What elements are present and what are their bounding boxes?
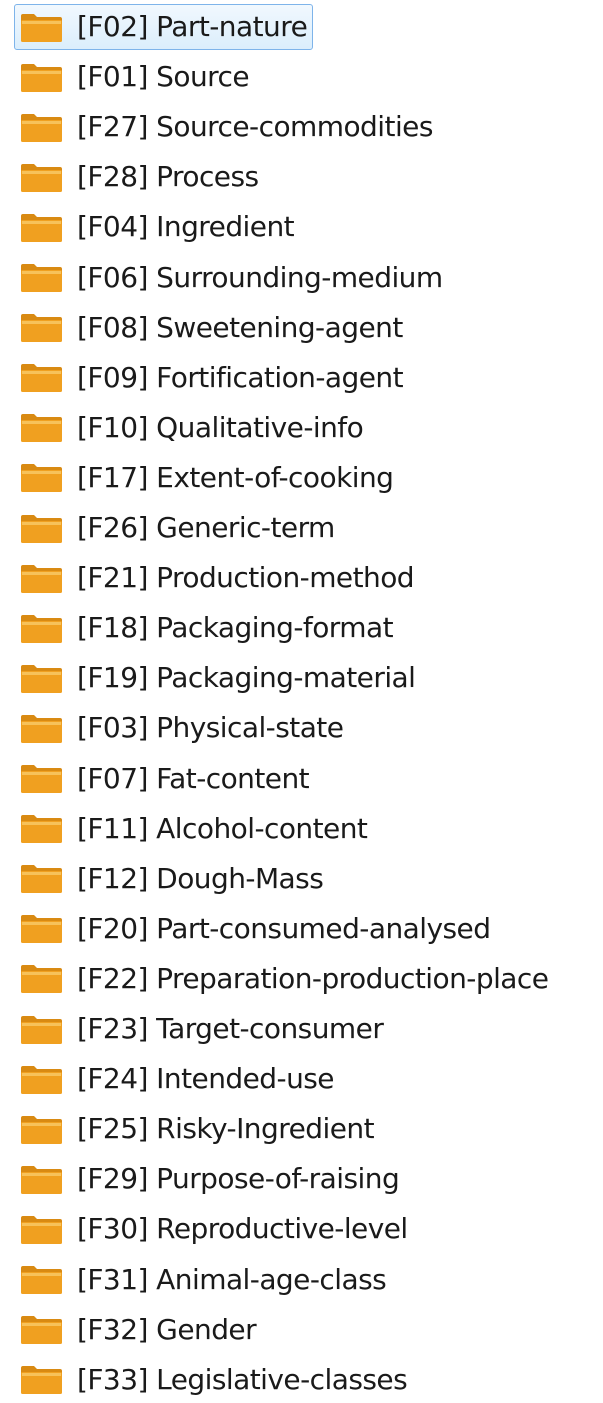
tree-item-label: [F27] Source-commodities [77, 110, 433, 144]
folder-icon [20, 963, 63, 994]
tree-item[interactable]: [F06] Surrounding-medium [14, 255, 449, 301]
tree-item-label: [F19] Packaging-material [77, 661, 416, 695]
tree-item[interactable]: [F02] Part-nature [14, 4, 314, 50]
folder-icon [20, 713, 63, 744]
tree-item-label: [F07] Fat-content [77, 761, 310, 795]
folder-icon [20, 1114, 63, 1145]
tree-item[interactable]: [F25] Risky-Ingredient [14, 1106, 380, 1152]
folder-icon [20, 12, 63, 43]
tree-item-label: [F04] Ingredient [77, 210, 295, 244]
tree-item[interactable]: [F03] Physical-state [14, 705, 349, 751]
folder-icon [20, 162, 63, 193]
folder-icon [20, 312, 63, 343]
folder-icon [20, 813, 63, 844]
tree-item-label: [F01] Source [77, 60, 250, 94]
tree-item[interactable]: [F11] Alcohol-content [14, 806, 373, 852]
folder-icon [20, 62, 63, 93]
tree-item-label: [F03] Physical-state [77, 711, 344, 745]
tree-item[interactable]: [F04] Ingredient [14, 204, 300, 250]
tree-item[interactable]: [F18] Packaging-format [14, 605, 399, 651]
folder-icon [20, 262, 63, 293]
tree-item-label: [F17] Extent-of-cooking [77, 460, 394, 494]
tree-item[interactable]: [F21] Production-method [14, 555, 420, 601]
tree-item[interactable]: [F10] Qualitative-info [14, 405, 369, 451]
tree-item-label: [F10] Qualitative-info [77, 410, 364, 444]
tree-item-label: [F11] Alcohol-content [77, 811, 368, 845]
tree-item[interactable]: [F23] Target-consumer [14, 1006, 389, 1052]
tree-item[interactable]: [F17] Extent-of-cooking [14, 455, 399, 501]
folder-icon [20, 112, 63, 143]
tree-item-label: [F30] Reproductive-level [77, 1212, 408, 1246]
folder-icon [20, 913, 63, 944]
folder-icon [20, 663, 63, 694]
folder-icon [20, 412, 63, 443]
folder-icon [20, 1014, 63, 1045]
tree-item[interactable]: [F19] Packaging-material [14, 655, 421, 701]
tree-item[interactable]: [F09] Fortification-agent [14, 355, 409, 401]
tree-item[interactable]: [F33] Legislative-classes [14, 1357, 413, 1403]
tree-item-label: [F18] Packaging-format [77, 611, 394, 645]
tree-item[interactable]: [F20] Part-consumed-analysed [14, 906, 496, 952]
tree-item[interactable]: [F27] Source-commodities [14, 104, 439, 150]
tree-item[interactable]: [F07] Fat-content [14, 756, 315, 802]
tree-item[interactable]: [F22] Preparation-production-place [14, 956, 554, 1002]
tree-item-label: [F31] Animal-age-class [77, 1262, 387, 1296]
tree-item-label: [F32] Gender [77, 1312, 257, 1346]
tree-item-label: [F26] Generic-term [77, 511, 335, 544]
tree-item[interactable]: [F26] Generic-term [14, 505, 341, 551]
folder-icon [20, 1264, 63, 1295]
tree-item-label: [F12] Dough-Mass [77, 861, 324, 895]
tree-item-label: [F21] Production-method [77, 561, 415, 595]
tree-item[interactable]: [F28] Process [14, 154, 265, 200]
folder-icon [20, 763, 63, 794]
tree-item[interactable]: [F29] Purpose-of-raising [14, 1156, 405, 1202]
tree-item[interactable]: [F08] Sweetening-agent [14, 305, 409, 351]
folder-icon [20, 613, 63, 644]
tree-item[interactable]: [F31] Animal-age-class [14, 1257, 392, 1303]
folder-icon [20, 362, 63, 393]
folder-icon [20, 1064, 63, 1095]
tree-item-label: [F22] Preparation-production-place [77, 961, 549, 995]
folder-icon [20, 513, 63, 544]
folder-icon [20, 563, 63, 594]
tree-item[interactable]: [F01] Source [14, 54, 255, 100]
folder-icon [20, 1314, 63, 1345]
tree-item-label: [F20] Part-consumed-analysed [77, 911, 491, 945]
tree-item-label: [F28] Process [77, 160, 259, 194]
tree-item-label: [F25] Risky-Ingredient [77, 1112, 375, 1146]
tree-item[interactable]: [F30] Reproductive-level [14, 1206, 414, 1252]
tree-item-label: [F06] Surrounding-medium [77, 260, 443, 294]
tree-item-label: [F24] Intended-use [77, 1062, 335, 1096]
tree-item-label: [F09] Fortification-agent [77, 360, 404, 394]
tree-item-label: [F23] Target-consumer [77, 1012, 384, 1045]
folder-icon [20, 863, 63, 894]
tree-item-label: [F08] Sweetening-agent [77, 310, 403, 344]
tree-item[interactable]: [F32] Gender [14, 1307, 262, 1353]
folder-icon [20, 212, 63, 243]
folder-icon [20, 1364, 63, 1395]
folder-icon [20, 1164, 63, 1195]
folder-icon [20, 1214, 63, 1245]
tree-item-label: [F02] Part-nature [77, 10, 308, 43]
tree-item-label: [F29] Purpose-of-raising [77, 1162, 400, 1196]
tree-item[interactable]: [F24] Intended-use [14, 1056, 340, 1102]
folder-icon [20, 462, 63, 493]
tree-item[interactable]: [F12] Dough-Mass [14, 856, 329, 902]
tree-item-label: [F33] Legislative-classes [77, 1362, 408, 1396]
